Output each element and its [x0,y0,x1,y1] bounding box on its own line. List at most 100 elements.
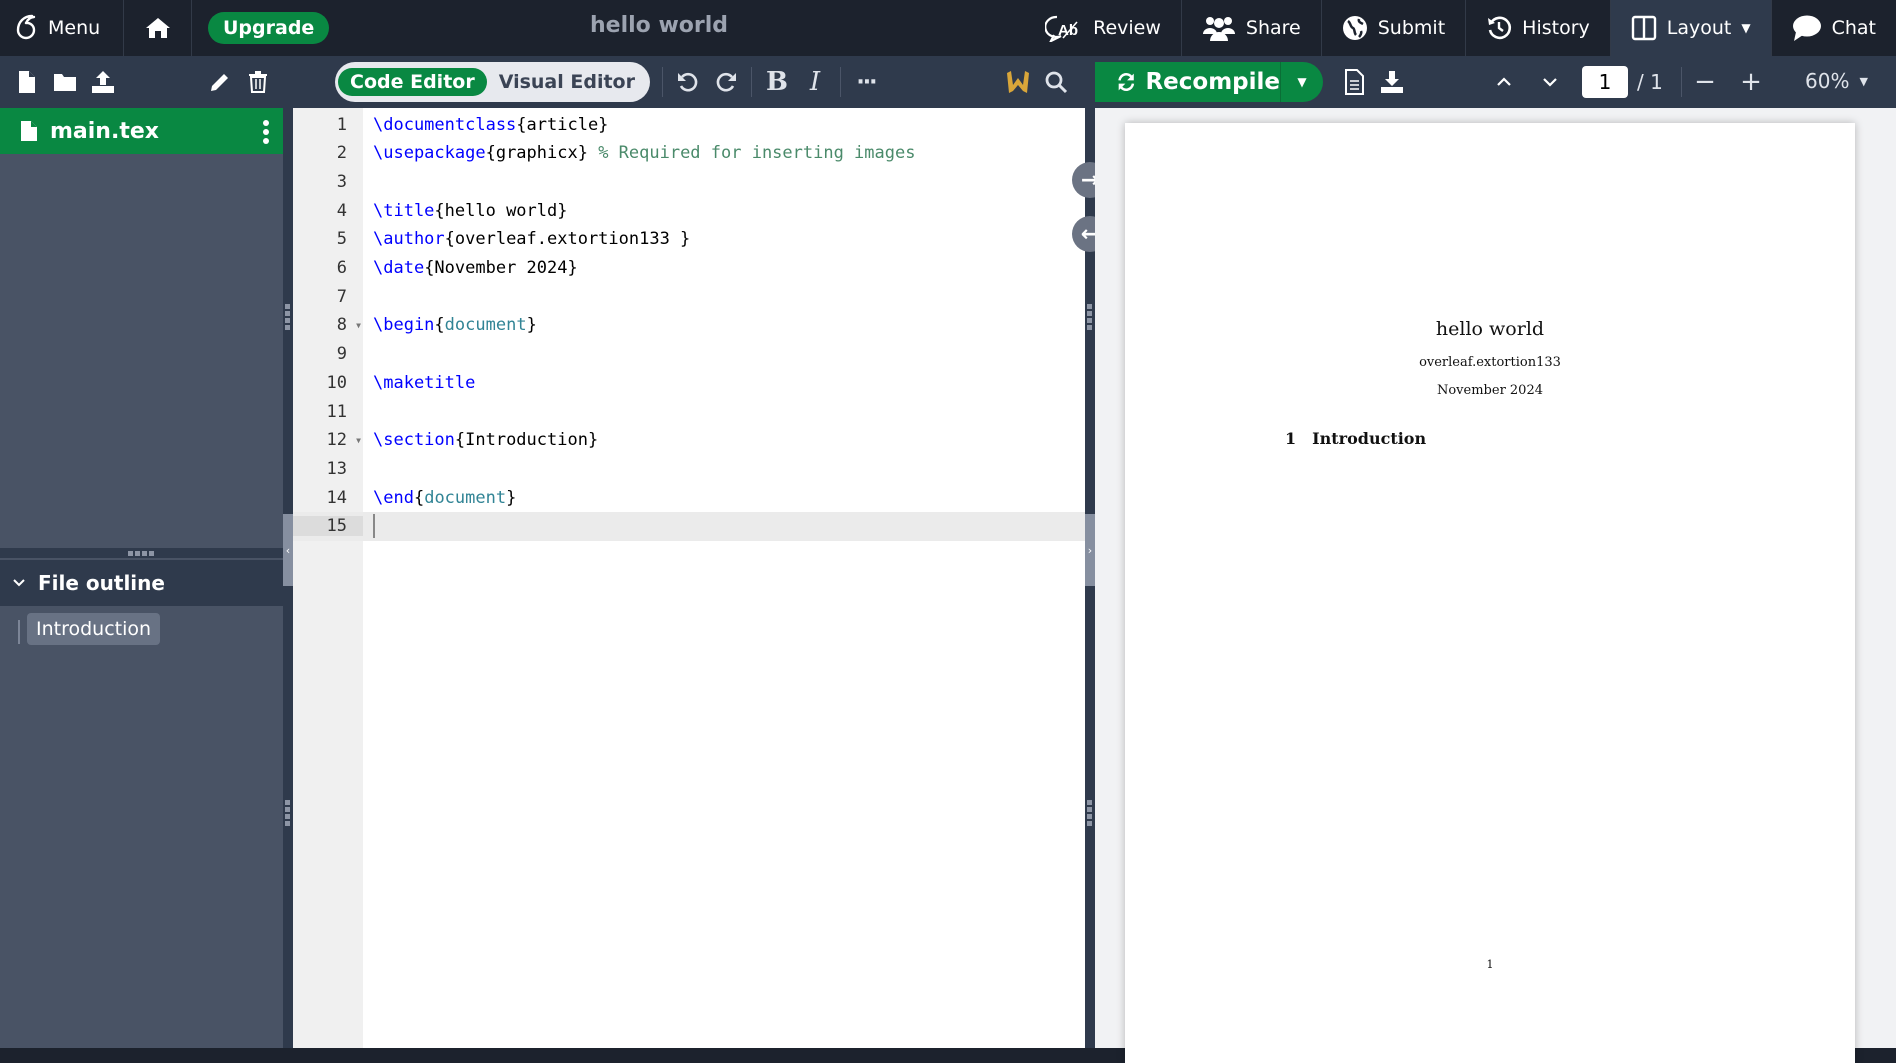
page-number-input[interactable]: 1 [1582,66,1628,98]
pdf-section-title: Introduction [1312,429,1427,448]
line-number: 14 [326,487,347,508]
code-line[interactable]: 1 \documentclass{article} [293,110,1085,139]
new-file-button[interactable] [8,63,46,101]
submit-button[interactable]: Submit [1320,0,1465,56]
rename-button[interactable] [201,63,239,101]
chevron-down-icon [1543,78,1557,87]
review-label: Review [1093,17,1161,39]
code-line[interactable]: 14 \end{document} [293,483,1085,512]
redo-button[interactable] [707,63,745,101]
zoom-value: 60% [1805,69,1850,93]
file-outline-header[interactable]: File outline [0,560,283,606]
chat-button[interactable]: Chat [1770,0,1896,56]
line-number: 11 [326,401,347,422]
caret-down-icon: ▼ [1859,74,1868,88]
code-line[interactable]: 3 [293,167,1085,196]
globe-icon [1342,16,1367,40]
code-line[interactable]: 8 ▼ \begin{document} [293,311,1085,340]
outline-indent-line [18,620,20,644]
sidebar-resize-handle[interactable]: ‹ [283,108,293,1048]
outline-resize-handle[interactable] [0,548,283,560]
pdf-section-heading: 1 Introduction [1285,429,1426,448]
upload-button[interactable] [84,63,122,101]
code-line[interactable]: 4 \title{hello world} [293,196,1085,225]
search-button[interactable] [1037,63,1075,101]
home-icon [145,18,170,38]
italic-button[interactable]: I [796,63,834,101]
file-item-main-tex[interactable]: main.tex [0,108,283,154]
download-pdf-button[interactable] [1373,63,1411,101]
file-tree-panel: main.tex File outline Introduction [0,108,283,1048]
pdf-title: hello world [1435,318,1545,340]
divider [750,67,752,97]
download-icon [1381,71,1403,93]
pdf-viewer[interactable]: hello world overleaf.extortion133 Novemb… [1095,108,1896,1063]
file-menu-icon[interactable] [263,120,269,144]
code-text: \begin{document} [373,315,537,336]
code-line[interactable]: 15 [293,511,1085,541]
code-line[interactable]: 6 \date{November 2024} [293,254,1085,283]
grip-icon [1087,304,1092,330]
next-page-button[interactable] [1531,63,1569,101]
collapse-pdf-button[interactable]: › [1085,514,1095,586]
code-line[interactable]: 11 [293,397,1085,426]
home-button[interactable] [124,0,192,56]
new-folder-button[interactable] [46,63,84,101]
previous-page-button[interactable] [1485,63,1523,101]
chevron-down-icon [13,579,25,587]
delete-button[interactable] [239,63,277,101]
line-number: 3 [336,171,347,192]
code-line[interactable]: 13 [293,454,1085,483]
topbar-actions: Ab Review Share Submit History Layout ▼ … [1025,0,1896,56]
bold-icon: B [765,67,788,97]
divider [839,67,841,97]
upgrade-button[interactable]: Upgrade [208,12,330,44]
pdf-date: November 2024 [1436,383,1543,398]
chat-label: Chat [1831,17,1876,39]
outline-item[interactable]: Introduction [27,613,161,645]
line-number: 15 [293,516,363,537]
layout-button[interactable]: Layout ▼ [1609,0,1771,56]
fold-toggle-icon[interactable]: ▼ [356,321,361,330]
code-line[interactable]: 2 \usepackage{graphicx} % Required for in… [293,139,1085,168]
code-line[interactable]: 5 \author{overleaf.extortion133 } [293,225,1085,254]
document-icon [1345,69,1364,95]
recompile-options-button[interactable]: ▼ [1281,75,1323,89]
undo-button[interactable] [669,63,707,101]
view-logs-button[interactable] [1335,63,1373,101]
code-line[interactable]: 10 \maketitle [293,368,1085,397]
grip-icon [285,800,290,826]
file-outline-title: File outline [38,571,165,595]
code-text: \date{November 2024} [373,258,578,278]
bold-button[interactable]: B [758,63,796,101]
project-title[interactable]: hello world [590,13,728,38]
collapse-sidebar-button[interactable]: ‹ [283,514,293,586]
recompile-button[interactable]: Recompile [1095,62,1281,102]
recompile-button-group: Recompile ▼ [1095,62,1323,102]
writefull-button[interactable] [999,63,1037,101]
zoom-select[interactable]: 60% ▼ [1805,69,1868,93]
menu-button[interactable]: Menu [0,0,124,56]
trash-icon [249,71,267,93]
code-line[interactable]: 12 ▼ \section{Introduction} [293,426,1085,455]
submit-label: Submit [1377,17,1446,39]
code-line[interactable]: 7 [293,282,1085,311]
editor-toolbar: Code Editor Visual Editor B I ··· [283,56,1095,108]
code-line[interactable]: 9 [293,340,1085,369]
history-button[interactable]: History [1465,0,1610,56]
code-editor[interactable]: 1 \documentclass{article} 2 \usepackage{gra… [293,108,1085,1048]
more-button[interactable]: ··· [847,63,885,101]
visual-editor-toggle[interactable]: Visual Editor [487,68,647,96]
overleaf-logo-icon [16,14,36,40]
share-button[interactable]: Share [1180,0,1321,56]
code-editor-toggle[interactable]: Code Editor [338,68,487,96]
minus-icon: − [1694,67,1716,97]
undo-icon [677,72,698,92]
zoom-in-button[interactable]: + [1732,63,1770,101]
code-text: \end{document} [373,487,517,508]
fold-toggle-icon[interactable]: ▼ [356,436,361,445]
grip-icon [285,304,290,330]
zoom-out-button[interactable]: − [1686,63,1724,101]
line-number: 6 [336,258,347,278]
review-button[interactable]: Ab Review [1025,0,1181,56]
